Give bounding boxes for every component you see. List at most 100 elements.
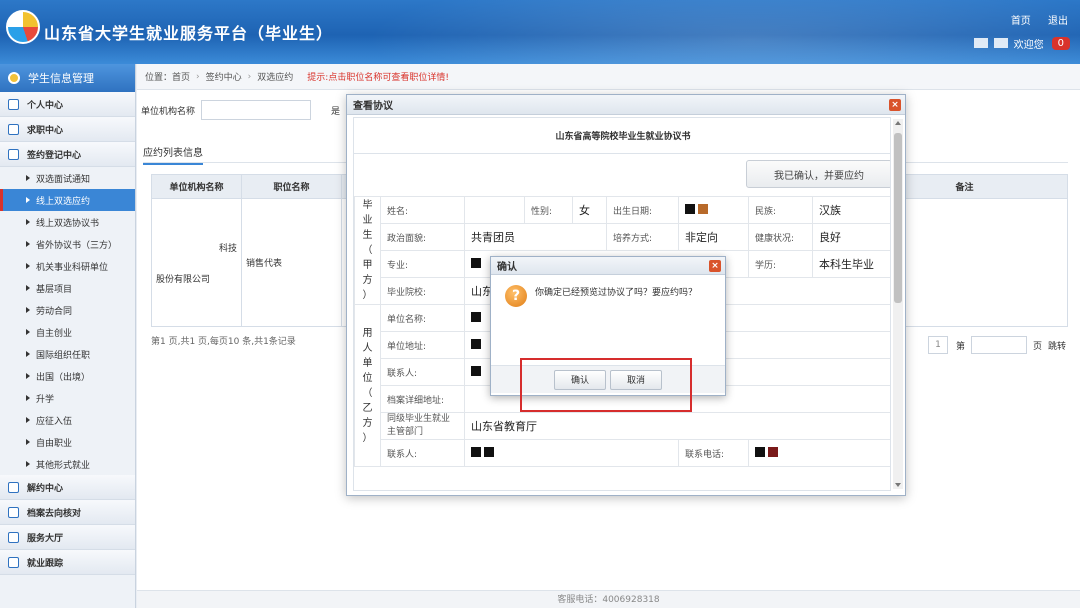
sidebar: 学生信息管理 个人中心 求职中心 签约登记中心 双选面试通知 线上双选应约 线上…: [0, 64, 136, 608]
sidebar-item-intl-org[interactable]: 国际组织任职: [0, 343, 135, 365]
sidebar-item-labor-contract[interactable]: 劳动合同: [0, 299, 135, 321]
site-title: 山东省大学生就业服务平台（毕业生）: [44, 24, 334, 43]
tip-text: 提示:点击职位名称可查看职位详情!: [307, 73, 449, 83]
scroll-down-icon[interactable]: [895, 483, 901, 487]
triangle-right-icon: [26, 329, 30, 335]
crumb-signing[interactable]: 签约中心: [206, 70, 242, 83]
party-a-label: 毕业生（甲方）: [354, 196, 381, 305]
masked-value: [471, 446, 481, 457]
sidebar-item-public-institution[interactable]: 机关事业科研单位: [0, 255, 135, 277]
sidebar-item-entrepreneur[interactable]: 自主创业: [0, 321, 135, 343]
col-org: 单位机构名称: [151, 174, 242, 199]
masked-value: [471, 257, 481, 268]
sidebar-item-online-agreement[interactable]: 线上双选协议书: [0, 211, 135, 233]
breadcrumb: 位置： 首页 › 签约中心 › 双选应约 提示:点击职位名称可查看职位详情!: [137, 64, 1080, 90]
triangle-right-icon: [26, 461, 30, 467]
crumb-home[interactable]: 首页: [172, 70, 190, 83]
confirm-message: 你确定已经预览过协议了吗？要应约吗？: [535, 288, 698, 298]
triangle-right-icon: [26, 175, 30, 181]
pager: 1 第 页 跳转: [927, 336, 1066, 354]
close-icon[interactable]: ×: [889, 99, 901, 111]
sidebar-item-other-employment[interactable]: 其他形式就业: [0, 453, 135, 475]
triangle-right-icon: [26, 439, 30, 445]
triangle-right-icon: [26, 263, 30, 269]
search-row: 单位机构名称 是: [141, 100, 340, 120]
masked-value: [483, 446, 494, 457]
sidebar-item-abroad[interactable]: 出国（出境）: [0, 365, 135, 387]
document-icon: [8, 98, 19, 110]
monitor-icon: [8, 531, 19, 543]
notification-badge[interactable]: 0: [1051, 36, 1070, 50]
search-label: 单位机构名称: [141, 106, 196, 117]
home-link[interactable]: 首页: [1011, 16, 1031, 27]
scroll-thumb[interactable]: [894, 133, 902, 303]
jump-button[interactable]: 跳转: [1048, 339, 1066, 352]
sidebar-item-online-apply[interactable]: 线上双选应约: [0, 189, 135, 211]
col-position: 职位名称: [241, 174, 342, 199]
chat-icon: [8, 123, 19, 135]
sidebar-group-job[interactable]: 求职中心: [0, 117, 135, 142]
close-icon[interactable]: ×: [709, 260, 721, 272]
confirm-title: 确认: [491, 257, 725, 275]
masked-value: [471, 338, 481, 349]
sidebar-group-termination[interactable]: 解约中心: [0, 475, 135, 500]
masked-value: [471, 365, 481, 376]
sidebar-group-signing[interactable]: 签约登记中心: [0, 142, 135, 167]
sidebar-item-outprovince-agreement[interactable]: 省外协议书（三方）: [0, 233, 135, 255]
triangle-right-icon: [26, 395, 30, 401]
party-b-label: 用人单位（乙方）: [354, 304, 381, 467]
masked-value: [685, 203, 695, 214]
pager-info: 第1 页,共1 页,每页10 条,共1条记录: [151, 337, 296, 347]
folder-icon: [8, 506, 19, 518]
welcome-bar: 欢迎您 0: [973, 32, 1070, 54]
sidebar-module-title[interactable]: 学生信息管理: [0, 64, 135, 92]
triangle-right-icon: [26, 373, 30, 379]
scroll-up-icon[interactable]: [895, 121, 901, 125]
modal-title: 查看协议: [347, 95, 905, 115]
org-name-input[interactable]: [201, 100, 312, 120]
sidebar-item-interview-notice[interactable]: 双选面试通知: [0, 167, 135, 189]
sidebar-item-military[interactable]: 应征入伍: [0, 409, 135, 431]
triangle-right-icon: [26, 417, 30, 423]
top-links: 首页 退出: [997, 12, 1068, 27]
footer: 客服电话：4006928318: [137, 590, 1080, 608]
highlight-box: [520, 358, 692, 412]
masked-value: [697, 203, 708, 214]
cell-org: 科技 股份有限公司: [151, 198, 242, 327]
masked-username: [993, 38, 1008, 48]
triangle-right-icon: [26, 351, 30, 357]
sidebar-group-service[interactable]: 服务大厅: [0, 525, 135, 550]
page-jump-input[interactable]: [970, 336, 1027, 354]
search-extra-label: 是: [331, 106, 341, 117]
triangle-right-icon: [26, 219, 30, 225]
sidebar-item-further-study[interactable]: 升学: [0, 387, 135, 409]
calendar-icon: [8, 481, 19, 493]
tracking-icon: [8, 556, 19, 568]
triangle-right-icon: [26, 307, 30, 313]
masked-value: [755, 446, 765, 457]
sidebar-item-freelance[interactable]: 自由职业: [0, 431, 135, 453]
masked-value: [471, 311, 481, 322]
platform-logo-icon: [6, 10, 40, 44]
confirm-apply-button[interactable]: 我已确认，并要应约: [746, 160, 890, 188]
top-header: 山东省大学生就业服务平台（毕业生） 首页 退出 欢迎您 0: [0, 0, 1080, 64]
logout-link[interactable]: 退出: [1048, 16, 1068, 27]
triangle-right-icon: [26, 241, 30, 247]
welcome-text: 欢迎您: [1013, 39, 1044, 51]
page-number-button[interactable]: 1: [927, 336, 948, 354]
masked-username: [973, 38, 988, 48]
sidebar-group-personal[interactable]: 个人中心: [0, 92, 135, 117]
sidebar-group-archive[interactable]: 档案去向核对: [0, 500, 135, 525]
doc-title: 山东省高等院校毕业生就业协议书: [354, 118, 890, 154]
cell-position[interactable]: 销售代表: [241, 198, 342, 327]
masked-value: [767, 446, 778, 457]
edit-icon: [8, 148, 19, 160]
modal-scrollbar[interactable]: [893, 119, 903, 489]
sidebar-item-grassroots[interactable]: 基层项目: [0, 277, 135, 299]
header-decoration: [300, 0, 1080, 64]
crumb-apply: 双选应约: [257, 73, 294, 83]
question-icon: ?: [505, 285, 527, 307]
sidebar-group-tracking[interactable]: 就业跟踪: [0, 550, 135, 575]
triangle-right-icon: [26, 285, 30, 291]
triangle-right-icon: [26, 197, 30, 203]
